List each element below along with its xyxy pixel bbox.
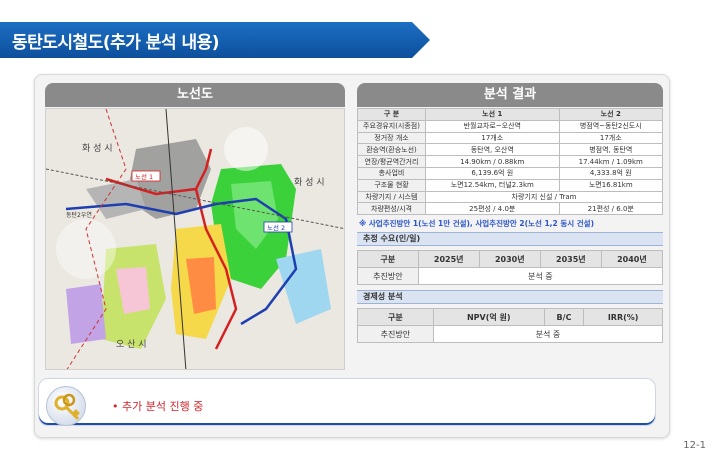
table-row: 연장/평균역간거리 14.90km / 0.88km 17.44km / 1.0… <box>357 155 664 168</box>
row-label: 추진방안 <box>357 325 434 344</box>
title-banner: 동탄도시철도(추가 분석 내용) <box>0 22 430 58</box>
table-row: 정거장 개소 17개소 17개소 <box>357 131 664 145</box>
map-label-station: 동탄2우연 <box>66 211 92 219</box>
demand-table: 구분 2025년 2030년 2035년 2040년 추진방안 분석 중 <box>357 250 664 286</box>
table-header-row: 구분 NPV(억 원) B/C IRR(%) <box>357 308 663 327</box>
table-cell-merged: 분석 중 <box>417 267 664 286</box>
page-title: 동탄도시철도(추가 분석 내용) <box>12 33 220 53</box>
table-cell: 17개소 <box>425 131 560 145</box>
table-header-cell: 2030년 <box>478 250 541 269</box>
table-header-cell: 구 분 <box>357 108 426 121</box>
economy-table: 구분 NPV(억 원) B/C IRR(%) 추진방안 분석 중 <box>357 308 664 344</box>
economy-heading: 경제성 분석 <box>357 290 663 305</box>
table-cell: 17.44km / 1.09km <box>558 155 664 168</box>
table-row: 환승역(환승노선) 동탄역, 오산역 병점역, 동탄역 <box>357 143 664 157</box>
table-cell: 25편성 / 4.0분 <box>425 202 560 216</box>
page-number: 12-1 <box>683 440 706 451</box>
route-map: 화 성 시 화 성 시 오 산 시 노선 1 노선 2 동탄2우연 <box>45 108 345 370</box>
table-cell: 노면16.81km <box>558 178 664 192</box>
table-cell-merged: 분석 중 <box>432 325 664 344</box>
row-label: 주요경유지(시종점) <box>357 119 426 133</box>
map-label-osan: 오 산 시 <box>116 339 147 350</box>
row-label: 추진방안 <box>357 267 419 286</box>
key-icon <box>46 386 86 426</box>
result-area: 구 분 노선 1 노선 2 주요경유지(시종점) 반월교차로~오산역 병점역~동… <box>357 108 664 344</box>
result-section-heading: 분석 결과 <box>357 83 663 107</box>
table-cell: 노면12.54km, 터널2.3km <box>425 178 560 192</box>
table-cell: 14.90km / 0.88km <box>425 155 560 168</box>
map-label-line2: 노선 2 <box>267 223 285 232</box>
table-header-row: 구분 2025년 2030년 2035년 2040년 <box>357 250 664 269</box>
table-header-cell: IRR(%) <box>583 308 663 327</box>
row-label: 환승역(환승노선) <box>357 143 426 157</box>
map-label-hwaseong-right: 화 성 시 <box>294 177 325 188</box>
row-label: 구조물 현황 <box>357 178 426 192</box>
map-section-heading: 노선도 <box>45 83 345 107</box>
table-cell: 병점역, 동탄역 <box>558 143 664 157</box>
table-row: 차량기지 / 시스템 차량기지 신설 / Tram <box>357 190 663 204</box>
table-header-cell: 2040년 <box>600 250 664 269</box>
table-cell: 4,333.8억 원 <box>558 166 664 180</box>
table-header-cell: B/C <box>543 308 585 327</box>
row-label: 차량편성/시격 <box>357 202 426 216</box>
table-row: 추진방안 분석 중 <box>357 325 664 344</box>
route-map-image: 화 성 시 화 성 시 오 산 시 노선 1 노선 2 동탄2우연 <box>46 109 344 369</box>
table-cell-merged: 차량기지 신설 / Tram <box>425 190 663 204</box>
table-cell: 동탄역, 오산역 <box>425 143 560 157</box>
table-row: 차량편성/시격 25편성 / 4.0분 21편성 / 6.0분 <box>357 202 664 216</box>
table-header-row: 구 분 노선 1 노선 2 <box>357 108 664 121</box>
table-cell: 21편성 / 6.0분 <box>558 202 664 216</box>
row-label: 정거장 개소 <box>357 131 426 145</box>
map-label-line1: 노선 1 <box>135 172 153 181</box>
table-header-cell: 구분 <box>357 308 434 327</box>
row-label: 연장/평균역간거리 <box>357 155 426 168</box>
table-row: 추진방안 분석 중 <box>357 267 664 286</box>
table-row: 주요경유지(시종점) 반월교차로~오산역 병점역~동탄2신도시 <box>357 119 664 133</box>
table-header-cell: 2025년 <box>417 250 480 269</box>
table-row: 총사업비 6,139.6억 원 4,333.8억 원 <box>357 166 664 180</box>
map-label-hwaseong-left: 화 성 시 <box>82 143 113 154</box>
route-comparison-table: 구 분 노선 1 노선 2 주요경유지(시종점) 반월교차로~오산역 병점역~동… <box>357 108 664 216</box>
table-cell: 병점역~동탄2신도시 <box>558 119 664 133</box>
table-header-cell: 2035년 <box>539 250 602 269</box>
table-header-cell: NPV(억 원) <box>432 308 545 327</box>
row-label: 차량기지 / 시스템 <box>357 190 426 204</box>
table-header-cell: 노선 1 <box>425 108 560 121</box>
table-cell: 17개소 <box>558 131 664 145</box>
table-cell: 6,139.6억 원 <box>425 166 560 180</box>
table-row: 구조물 현황 노면12.54km, 터널2.3km 노면16.81km <box>357 178 664 192</box>
demand-heading: 추정 수요(인/일) <box>357 232 663 247</box>
summary-bullet: • 추가 분석 진행 중 <box>112 400 204 413</box>
table-cell: 반월교차로~오산역 <box>425 119 560 133</box>
table-header-cell: 구분 <box>357 250 419 269</box>
table-header-cell: 노선 2 <box>558 108 664 121</box>
plan-note: ※ 사업추진방안 1(노선 1만 건설), 사업추진방안 2(노선 1,2 동시… <box>359 219 594 229</box>
row-label: 총사업비 <box>357 166 426 180</box>
